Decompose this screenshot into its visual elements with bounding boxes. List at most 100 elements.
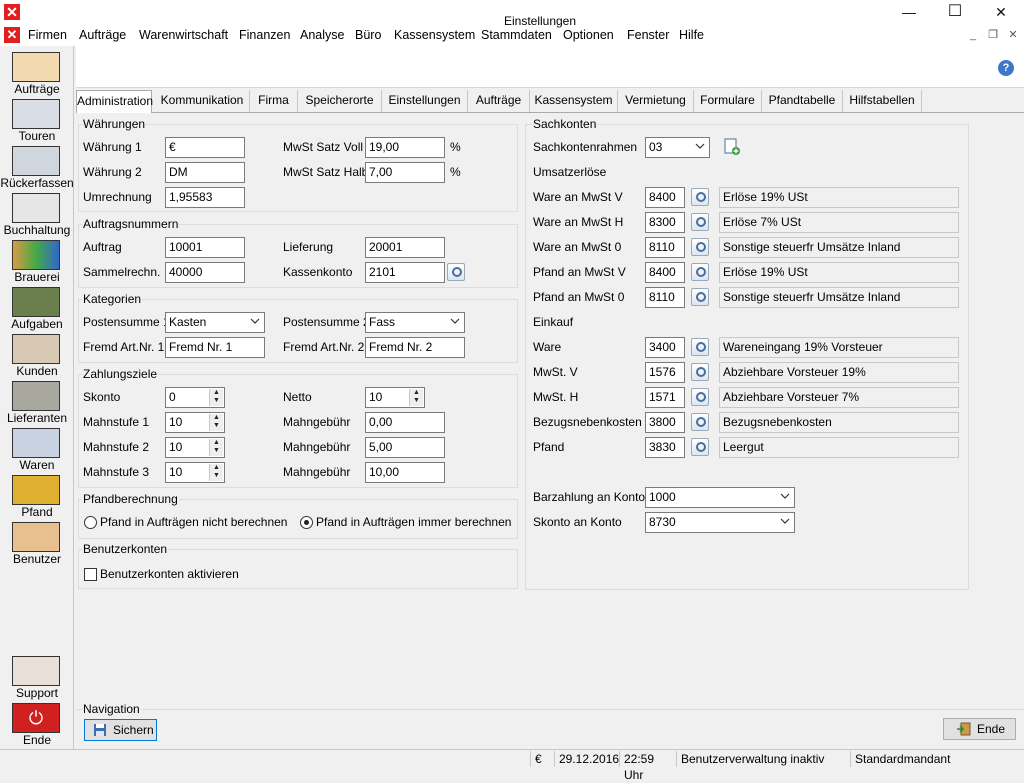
mahngebuehr-2-field[interactable]: 5,00 [365,437,445,458]
pfand-nicht-label[interactable]: Pfand in Aufträgen nicht berechnen [100,512,287,532]
close-button[interactable]: ✕ [978,0,1024,24]
save-button[interactable]: Sichern [84,719,157,741]
sidebar-item-touren[interactable]: Touren [0,96,74,142]
pfand-immer-radio[interactable] [300,516,313,529]
mwst-voll-field[interactable]: 19,00 [365,137,445,158]
ware-mwst-h-konto-field[interactable]: 8300 [645,212,685,233]
tab-vermietung[interactable]: Vermietung [618,90,694,112]
waehrung-1-field[interactable]: € [165,137,245,158]
menu-firmen[interactable]: Firmen [28,24,67,46]
einkauf-ware-konto-field[interactable]: 3400 [645,337,685,358]
new-document-icon[interactable] [723,138,741,156]
kassenkonto-field[interactable]: 2101 [365,262,445,283]
tab-administration[interactable]: Administration [76,90,153,113]
ware-mwst-0-konto-field[interactable]: 8110 [645,237,685,258]
netto-stepper[interactable]: 10 ▲ ▼ [365,387,425,408]
tab-hilfstabellen[interactable]: Hilfstabellen [843,90,922,112]
pfand-mwst-v-konto-field[interactable]: 8400 [645,262,685,283]
menu-analyse[interactable]: Analyse [300,24,344,46]
fremd-art-2-field[interactable]: Fremd Nr. 2 [365,337,465,358]
postensumme-1-select[interactable]: Kasten [165,312,265,333]
fremd-art-1-field[interactable]: Fremd Nr. 1 [165,337,265,358]
sidebar-item-aufgaben[interactable]: Aufgaben [0,284,74,330]
einkauf-mwst-h-konto-field[interactable]: 1571 [645,387,685,408]
spinner-arrows-icon[interactable]: ▲ ▼ [409,389,423,406]
sidebar-item-kunden[interactable]: Kunden [0,331,74,377]
mahngebuehr-3-field[interactable]: 10,00 [365,462,445,483]
mahnstufe-1-stepper[interactable]: 10 ▲ ▼ [165,412,225,433]
spinner-arrows-icon[interactable]: ▲ ▼ [209,389,223,406]
ware-mwst-0-lookup-icon[interactable] [691,238,709,256]
barzahlung-konto-select[interactable]: 1000 [645,487,795,508]
maximize-button[interactable]: ☐ [932,0,978,24]
pfand-mwst-0-konto-field[interactable]: 8110 [645,287,685,308]
einkauf-mwst-v-lookup-icon[interactable] [691,363,709,381]
mahnstufe-2-stepper[interactable]: 10 ▲ ▼ [165,437,225,458]
benutzerkonten-checkbox[interactable] [84,568,97,581]
sidebar-item-support[interactable]: Support [0,653,74,699]
umrechnung-field[interactable]: 1,95583 [165,187,245,208]
pfand-mwst-v-lookup-icon[interactable] [691,263,709,281]
sidebar-item-lieferanten[interactable]: Lieferanten [0,378,74,424]
pfand-nicht-radio[interactable] [84,516,97,529]
tab-kassensystem[interactable]: Kassensystem [530,90,618,112]
spinner-arrows-icon[interactable]: ▲ ▼ [209,414,223,431]
sidebar-item-brauerei[interactable]: Brauerei [0,237,74,283]
einkauf-ware-lookup-icon[interactable] [691,338,709,356]
mwst-halb-field[interactable]: 7,00 [365,162,445,183]
sammelrechnung-field[interactable]: 40000 [165,262,245,283]
tab-einstellungen[interactable]: Einstellungen [382,90,468,112]
help-icon[interactable]: ? [998,60,1014,76]
tab-kommunikation[interactable]: Kommunikation [155,90,250,112]
end-button[interactable]: Ende [943,718,1016,740]
tab-speicherorte[interactable]: Speicherorte [298,90,382,112]
waehrung-2-field[interactable]: DM [165,162,245,183]
menu-finanzen[interactable]: Finanzen [239,24,290,46]
sidebar-item-buchhaltung[interactable]: Buchhaltung [0,190,74,236]
einkauf-mwst-v-konto-field[interactable]: 1576 [645,362,685,383]
menu-warenwirtschaft[interactable]: Warenwirtschaft [139,24,228,46]
sidebar-item-waren[interactable]: Waren [0,425,74,471]
pfand-immer-label[interactable]: Pfand in Aufträgen immer berechnen [316,512,511,532]
einkauf-mwst-h-lookup-icon[interactable] [691,388,709,406]
mdi-minimize-button[interactable]: _ [966,28,980,42]
skonto-konto-select[interactable]: 8730 [645,512,795,533]
tab-auftraege[interactable]: Aufträge [468,90,530,112]
sidebar-item-benutzer[interactable]: Benutzer [0,519,74,565]
skonto-stepper[interactable]: 0 ▲ ▼ [165,387,225,408]
bezugsnebenkosten-lookup-icon[interactable] [691,413,709,431]
benutzerkonten-label[interactable]: Benutzerkonten aktivieren [100,564,239,584]
menu-auftraege[interactable]: Aufträge [79,24,126,46]
ware-mwst-v-lookup-icon[interactable] [691,188,709,206]
sidebar-item-rueckerfassen[interactable]: Rückerfassen [0,143,74,189]
sachkontenrahmen-select[interactable]: 03 [645,137,710,158]
spinner-arrows-icon[interactable]: ▲ ▼ [209,439,223,456]
tab-formulare[interactable]: Formulare [694,90,762,112]
mahnstufe-3-stepper[interactable]: 10 ▲ ▼ [165,462,225,483]
sidebar-item-pfand[interactable]: Pfand [0,472,74,518]
end-button-label: Ende [977,722,1006,736]
lieferung-field[interactable]: 20001 [365,237,445,258]
einkauf-pfand-konto-field[interactable]: 3830 [645,437,685,458]
menu-logo-icon[interactable]: ✕ [4,27,20,43]
auftrag-field[interactable]: 10001 [165,237,245,258]
postensumme-2-select[interactable]: Fass [365,312,465,333]
minimize-button[interactable]: — [886,0,932,24]
ware-mwst-h-lookup-icon[interactable] [691,213,709,231]
mdi-close-button[interactable]: ✕ [1006,28,1020,42]
kassenkonto-lookup-icon[interactable] [447,263,465,281]
menu-hilfe[interactable]: Hilfe [679,24,704,46]
ware-mwst-v-konto-field[interactable]: 8400 [645,187,685,208]
bezugsnebenkosten-konto-field[interactable]: 3800 [645,412,685,433]
sidebar-item-ende[interactable]: ⏻ Ende [0,700,74,746]
menu-buero[interactable]: Büro [355,24,381,46]
tab-firma[interactable]: Firma [250,90,298,112]
einkauf-pfand-lookup-icon[interactable] [691,438,709,456]
pfand-mwst-0-lookup-icon[interactable] [691,288,709,306]
mahngebuehr-1-field[interactable]: 0,00 [365,412,445,433]
spinner-arrows-icon[interactable]: ▲ ▼ [209,464,223,481]
tab-pfandtabelle[interactable]: Pfandtabelle [762,90,843,112]
sidebar-item-auftraege[interactable]: Aufträge [0,49,74,95]
crates-icon [12,475,60,505]
mdi-restore-button[interactable]: ❐ [986,28,1000,42]
